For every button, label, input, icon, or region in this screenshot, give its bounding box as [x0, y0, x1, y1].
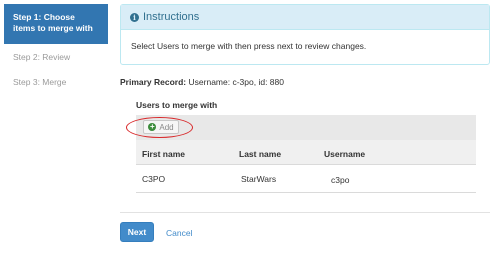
primary-record: Primary Record: Username: c-3po, id: 880 — [120, 77, 284, 87]
wizard-steps: Step 1: Choose items to merge with Step … — [4, 4, 108, 87]
step-review[interactable]: Step 2: Review — [4, 52, 79, 63]
grid-toolbar: + Add — [136, 115, 476, 141]
instructions-panel: i Instructions Select Users to merge wit… — [120, 4, 490, 65]
users-to-merge-label: Users to merge with — [136, 100, 218, 110]
step-choose-items[interactable]: Step 1: Choose items to merge with — [4, 4, 108, 44]
users-grid: + Add First name Last name Username C3PO… — [136, 115, 476, 193]
add-label: Add — [159, 122, 174, 132]
step-merge[interactable]: Step 3: Merge — [4, 77, 75, 88]
instructions-title: Instructions — [143, 11, 200, 23]
instructions-header: i Instructions — [121, 5, 489, 30]
primary-record-label: Primary Record: — [120, 77, 187, 87]
column-header-last-name[interactable]: Last name — [239, 149, 281, 159]
table-header: First name Last name Username — [136, 140, 476, 165]
next-button[interactable]: Next — [120, 222, 154, 242]
column-header-username[interactable]: Username — [324, 149, 365, 159]
divider — [120, 212, 490, 213]
cancel-link[interactable]: Cancel — [166, 228, 192, 238]
plus-circle-icon: + — [148, 122, 157, 131]
primary-record-id: id: 880 — [258, 77, 284, 87]
column-header-first-name[interactable]: First name — [142, 149, 185, 159]
table-row[interactable]: C3PO StarWars c3po — [136, 165, 476, 193]
cell-first-name: C3PO — [142, 174, 166, 184]
instructions-body: Select Users to merge with then press ne… — [131, 41, 367, 51]
cell-last-name: StarWars — [241, 174, 277, 184]
primary-record-username: Username: c-3po, — [188, 77, 257, 87]
info-icon: i — [130, 12, 139, 22]
merge-wizard: Step 1: Choose items to merge with Step … — [0, 0, 494, 253]
cell-username: c3po — [331, 175, 350, 185]
add-user-button[interactable]: + Add — [143, 120, 179, 134]
